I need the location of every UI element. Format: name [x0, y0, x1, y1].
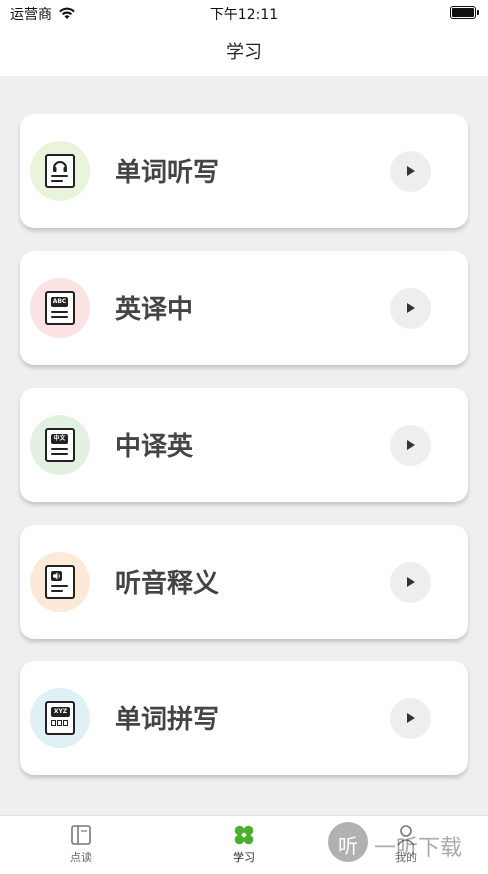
zhongwen-doc-icon: 中文 [45, 428, 75, 462]
content-area: 单词听写 ABC 英译中 中文 中译英 听音释义 XYZ 单词拼写 [0, 76, 488, 815]
icon-circle: ABC [30, 278, 90, 338]
card-listen-meaning[interactable]: 听音释义 [20, 525, 468, 639]
card-label: 英译中 [115, 295, 194, 325]
headphones-doc-icon [45, 154, 75, 188]
page-title: 学习 [226, 42, 262, 63]
clover-icon [234, 825, 254, 845]
icon-circle [30, 552, 90, 612]
navigation-bar: 学习 [0, 26, 488, 76]
status-time: 下午12:11 [209, 7, 279, 23]
icon-circle: XYZ [30, 688, 90, 748]
tab-label: 点读 [70, 851, 92, 864]
watermark-text: 一听下载 [374, 836, 463, 861]
play-button[interactable] [390, 151, 431, 192]
book-icon [71, 825, 91, 845]
watermark-logo: 听 [328, 822, 368, 862]
play-button[interactable] [390, 288, 431, 329]
status-bar: 运营商 下午12:11 [0, 0, 488, 26]
icon-circle: 中文 [30, 415, 90, 475]
doc-badge: XYZ [51, 707, 70, 717]
icon-circle [30, 141, 90, 201]
watermark: 听 一听下载 [328, 820, 488, 870]
spelling-doc-icon: XYZ [45, 701, 75, 735]
card-label: 单词听写 [115, 158, 220, 188]
abc-doc-icon: ABC [45, 291, 75, 325]
card-label: 中译英 [115, 432, 194, 462]
play-button[interactable] [390, 425, 431, 466]
card-label: 单词拼写 [115, 705, 220, 735]
tab-bar: 点读 学习 我的 听 一听下载 [0, 815, 488, 874]
speaker-doc-icon [45, 565, 75, 599]
card-word-spelling[interactable]: XYZ 单词拼写 [20, 661, 468, 775]
card-label: 听音释义 [115, 569, 220, 599]
tab-label: 学习 [233, 851, 255, 864]
play-button[interactable] [390, 562, 431, 603]
tab-study[interactable]: 学习 [204, 824, 284, 865]
doc-badge: ABC [51, 297, 68, 307]
tab-read[interactable]: 点读 [41, 824, 121, 865]
battery-icon [450, 6, 479, 19]
play-button[interactable] [390, 698, 431, 739]
card-word-dictation[interactable]: 单词听写 [20, 114, 468, 228]
card-chinese-to-english[interactable]: 中文 中译英 [20, 388, 468, 502]
card-english-to-chinese[interactable]: ABC 英译中 [20, 251, 468, 365]
doc-badge: 中文 [51, 434, 68, 444]
